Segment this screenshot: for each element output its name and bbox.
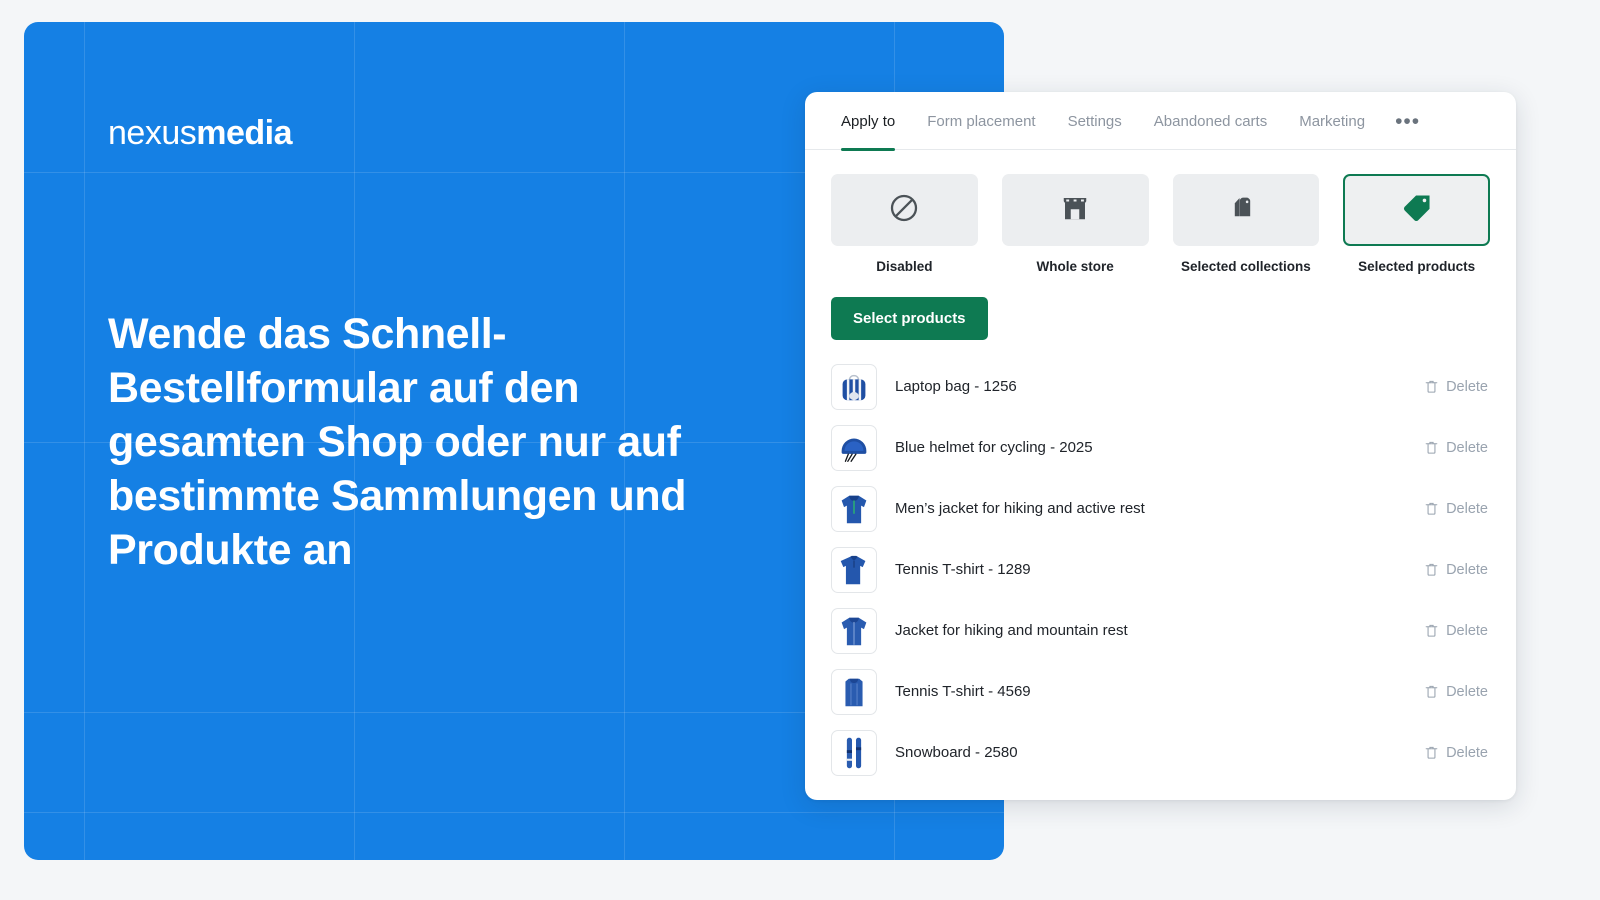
trash-icon (1424, 562, 1439, 577)
more-tabs-icon[interactable]: ••• (1381, 92, 1434, 150)
option-swatch (1172, 174, 1320, 246)
product-row[interactable]: Snowboard - 2580 Delete (831, 722, 1490, 783)
delete-label: Delete (1446, 683, 1488, 700)
product-name: Blue helmet for cycling - 2025 (895, 439, 1093, 456)
select-products-row: Select products (805, 274, 1516, 340)
delete-button[interactable]: Delete (1424, 440, 1490, 456)
option-swatch (831, 174, 978, 246)
product-name: Tennis T-shirt - 1289 (895, 561, 1031, 578)
zip-jacket-thumb (831, 607, 877, 654)
tab-abandoned-carts[interactable]: Abandoned carts (1138, 92, 1283, 150)
option-swatch (1343, 174, 1490, 246)
option-selected-collections[interactable]: Selected collections (1172, 174, 1320, 274)
no-entry-icon (888, 192, 920, 229)
tank-top-thumb (831, 668, 877, 715)
delete-label: Delete (1446, 744, 1488, 761)
tab-marketing[interactable]: Marketing (1283, 92, 1381, 150)
product-name: Men’s jacket for hiking and active rest (895, 500, 1145, 517)
option-selected-products[interactable]: Selected products (1343, 174, 1490, 274)
option-label: Disabled (876, 259, 933, 274)
snowboard-thumb (831, 729, 877, 776)
tab-settings[interactable]: Settings (1052, 92, 1138, 150)
brand-logo-bold: media (196, 114, 292, 152)
tab-form-placement[interactable]: Form placement (911, 92, 1051, 150)
product-tag-icon (1401, 192, 1433, 229)
product-row[interactable]: Blue helmet for cycling - 2025 Delete (831, 417, 1490, 478)
trash-icon (1424, 745, 1439, 760)
settings-card: Apply to Form placement Settings Abandon… (805, 92, 1516, 800)
delete-label: Delete (1446, 622, 1488, 639)
product-name: Tennis T-shirt - 4569 (895, 683, 1031, 700)
option-whole-store[interactable]: Whole store (1001, 174, 1149, 274)
product-name: Laptop bag - 1256 (895, 378, 1017, 395)
polo-thumb (831, 546, 877, 593)
delete-label: Delete (1446, 500, 1488, 517)
collections-tags-icon (1230, 192, 1262, 229)
option-disabled[interactable]: Disabled (831, 174, 978, 274)
tab-bar: Apply to Form placement Settings Abandon… (805, 92, 1516, 151)
tab-label: Marketing (1299, 112, 1366, 130)
product-row[interactable]: Jacket for hiking and mountain rest Dele… (831, 600, 1490, 661)
backpack-thumb (831, 363, 877, 410)
tab-label: Settings (1067, 112, 1122, 130)
trash-icon (1424, 440, 1439, 455)
apply-to-options: Disabled Whole store Selected collection… (805, 150, 1516, 274)
storefront-icon (1060, 193, 1090, 228)
delete-label: Delete (1446, 561, 1488, 578)
product-row[interactable]: Laptop bag - 1256 Delete (831, 356, 1490, 417)
brand-logo: nexusmedia (108, 114, 292, 153)
delete-button[interactable]: Delete (1424, 501, 1490, 517)
product-row[interactable]: Men’s jacket for hiking and active rest … (831, 478, 1490, 539)
tab-apply-to[interactable]: Apply to (825, 92, 911, 151)
product-name: Jacket for hiking and mountain rest (895, 622, 1128, 639)
select-products-button[interactable]: Select products (831, 297, 988, 340)
delete-button[interactable]: Delete (1424, 379, 1490, 395)
trash-icon (1424, 623, 1439, 638)
tab-label: Abandoned carts (1153, 112, 1268, 130)
helmet-thumb (831, 424, 877, 471)
delete-button[interactable]: Delete (1424, 562, 1490, 578)
tab-label: Apply to (841, 112, 896, 130)
brand-logo-light: nexus (108, 114, 197, 152)
hoodie-thumb (831, 485, 877, 532)
option-label: Selected products (1358, 259, 1476, 274)
trash-icon (1424, 501, 1439, 516)
delete-button[interactable]: Delete (1424, 684, 1490, 700)
option-label: Selected collections (1180, 259, 1311, 274)
hero-headline: Wende das Schnell-Bestellformular auf de… (108, 310, 687, 574)
trash-icon (1424, 684, 1439, 699)
delete-label: Delete (1446, 439, 1488, 456)
tab-label: Form placement (927, 112, 1036, 130)
selected-products-list: Laptop bag - 1256 Delete Blue helmet for… (805, 340, 1516, 783)
product-name: Snowboard - 2580 (895, 744, 1018, 761)
delete-button[interactable]: Delete (1424, 623, 1490, 639)
product-row[interactable]: Tennis T-shirt - 1289 Delete (831, 539, 1490, 600)
option-label: Whole store (1036, 259, 1114, 274)
product-row[interactable]: Tennis T-shirt - 4569 Delete (831, 661, 1490, 722)
option-swatch (1001, 174, 1149, 246)
delete-button[interactable]: Delete (1424, 745, 1490, 761)
trash-icon (1424, 379, 1439, 394)
delete-label: Delete (1446, 378, 1488, 395)
screen: nexusmedia Wende das Schnell-Bestellform… (0, 0, 1600, 900)
